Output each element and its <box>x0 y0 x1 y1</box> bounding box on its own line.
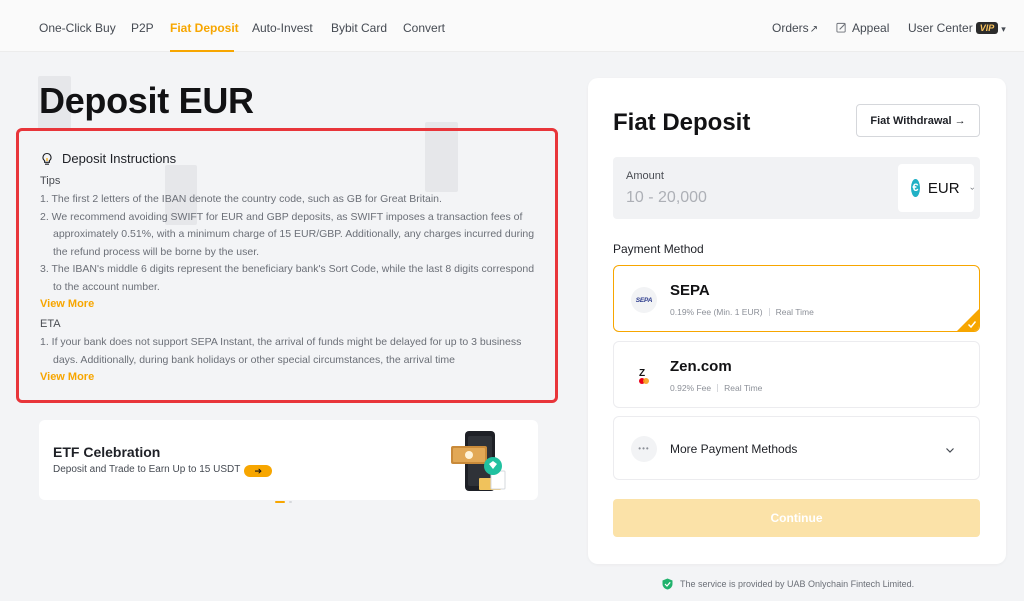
payment-method-name: SEPA <box>670 282 710 299</box>
fiat-deposit-card: Fiat Deposit Fiat Withdrawal → Amount € … <box>588 78 1006 564</box>
instructions-header: Deposit Instructions <box>40 151 535 166</box>
tip-item: 3. The IBAN's middle 6 digits represent … <box>40 263 535 293</box>
payment-method-name: Zen.com <box>670 358 732 375</box>
shield-check-icon <box>662 578 673 590</box>
more-dots-icon: ••• <box>631 436 657 462</box>
amount-input[interactable] <box>626 187 866 209</box>
promo-arrow-button[interactable]: ➔ <box>244 465 273 477</box>
payment-option-zen[interactable]: Z Zen.com 0.92% Fee Real Time <box>613 341 980 408</box>
eta-item: 1. If your bank does not support SEPA In… <box>40 336 522 366</box>
fee-text: 0.19% Fee (Min. 1 EUR) <box>670 307 763 317</box>
nav-item-bybit-card[interactable]: Bybit Card <box>331 21 387 35</box>
active-tab-underline <box>170 50 234 52</box>
tip-item: 2. We recommend avoiding SWIFT for EUR a… <box>40 210 535 258</box>
promo-subtitle-text: Deposit and Trade to Earn Up to 15 USDT <box>53 464 241 475</box>
carousel-dot[interactable] <box>289 501 292 503</box>
etf-promo-banner[interactable]: ETF Celebration Deposit and Trade to Ear… <box>39 420 538 503</box>
external-arrow-icon: ↗ <box>809 24 819 35</box>
fiat-withdrawal-button[interactable]: Fiat Withdrawal → <box>856 104 980 137</box>
bulb-icon <box>42 152 52 165</box>
speed-text: Real Time <box>775 307 814 317</box>
appeal-label: Appeal <box>852 21 890 35</box>
continue-button[interactable]: Continue <box>613 499 980 537</box>
payment-method-meta: 0.92% Fee Real Time <box>670 383 762 393</box>
view-more-eta-link[interactable]: View More <box>40 371 535 383</box>
speed-text: Real Time <box>724 383 763 393</box>
instructions-title: Deposit Instructions <box>62 151 177 166</box>
phone-money-illustration <box>451 431 506 491</box>
deposit-card-title: Fiat Deposit <box>613 109 751 136</box>
payment-option-sepa[interactable]: SEPA SEPA 0.19% Fee (Min. 1 EUR) Real Tim… <box>613 265 980 332</box>
zen-logo-letter: Z <box>639 368 645 379</box>
page-title: Deposit EUR <box>39 80 254 121</box>
payment-method-label: Payment Method <box>613 242 704 256</box>
currency-selector[interactable]: € EUR <box>898 164 974 212</box>
service-provider-note: The service is provided by UAB Onlychain… <box>662 578 914 590</box>
chevron-down-icon <box>946 448 954 453</box>
payment-method-meta: 0.19% Fee (Min. 1 EUR) Real Time <box>670 307 814 317</box>
orders-link[interactable]: Orders↗ <box>772 21 818 35</box>
view-more-tips-link[interactable]: View More <box>40 298 535 310</box>
divider <box>717 384 719 392</box>
user-center-menu[interactable]: User Center VIP ▾ <box>908 21 1006 35</box>
tips-label: Tips <box>40 175 61 187</box>
sepa-logo-text: SEPA <box>635 296 653 304</box>
service-provider-text: The service is provided by UAB Onlychain… <box>680 579 915 589</box>
edit-icon <box>836 22 846 33</box>
eta-list: 1. If your bank does not support SEPA In… <box>40 334 535 369</box>
vip-badge: VIP <box>975 22 999 34</box>
tips-list: 1. The first 2 letters of the IBAN denot… <box>40 191 535 296</box>
fee-text: 0.92% Fee <box>670 383 712 393</box>
sepa-logo: SEPA <box>631 287 657 313</box>
more-payment-methods-label: More Payment Methods <box>670 442 798 456</box>
amount-field: Amount € EUR <box>613 157 980 219</box>
orders-label: Orders <box>772 21 809 35</box>
nav-item-auto-invest[interactable]: Auto-Invest <box>252 21 313 35</box>
currency-code: EUR <box>927 179 960 197</box>
user-center-label: User Center <box>908 21 973 35</box>
nav-item-one-click-buy[interactable]: One-Click Buy <box>39 21 116 35</box>
top-nav: One-Click Buy P2P Fiat Deposit Auto-Inve… <box>0 0 1024 52</box>
eta-label: ETA <box>40 318 61 330</box>
zen-logo-mark: Z <box>639 368 649 384</box>
more-payment-methods-button[interactable]: ••• More Payment Methods <box>613 416 980 480</box>
nav-item-p2p[interactable]: P2P <box>131 21 154 35</box>
promo-subtitle: Deposit and Trade to Earn Up to 15 USDT ➔ <box>53 464 273 477</box>
carousel-dot-active[interactable] <box>275 501 285 503</box>
carousel-dots <box>275 490 296 508</box>
chevron-down-icon <box>970 187 974 190</box>
check-icon <box>967 321 977 329</box>
tip-item: 1. The first 2 letters of the IBAN denot… <box>40 193 442 205</box>
euro-icon: € <box>911 179 920 197</box>
nav-item-fiat-deposit[interactable]: Fiat Deposit <box>170 21 239 35</box>
deposit-instructions-panel: Deposit Instructions Tips 1. The first 2… <box>16 128 558 403</box>
promo-title: ETF Celebration <box>53 444 161 460</box>
zen-logo: Z <box>631 363 657 389</box>
amount-label: Amount <box>626 170 664 182</box>
chevron-down-icon: ▾ <box>1001 24 1006 34</box>
nav-item-convert[interactable]: Convert <box>403 21 445 35</box>
appeal-link[interactable]: Appeal <box>836 21 889 35</box>
divider <box>768 308 770 316</box>
